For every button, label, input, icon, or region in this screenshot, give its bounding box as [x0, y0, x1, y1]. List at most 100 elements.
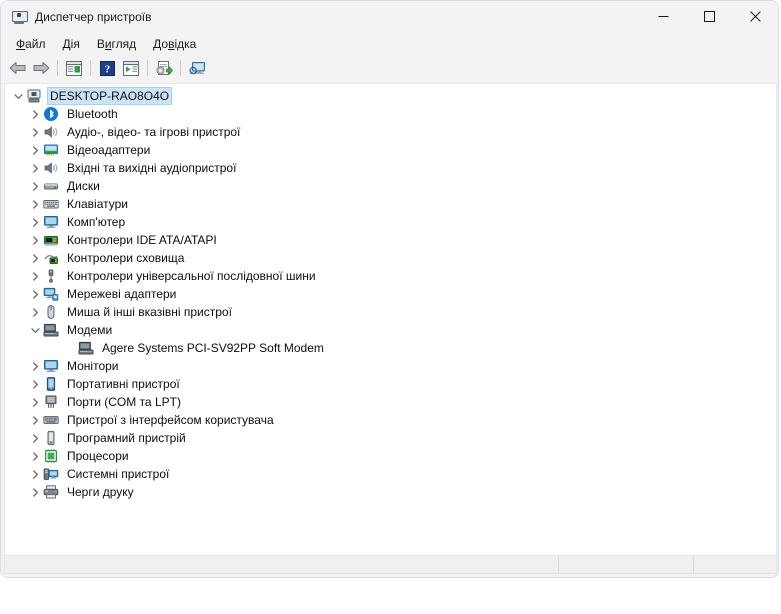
tree-node[interactable]: Програмний пристрій — [5, 429, 776, 447]
tree-node[interactable]: Agere Systems PCI-SV92PP Soft Modem — [5, 339, 776, 357]
svg-text:?: ? — [104, 63, 110, 75]
tree-node[interactable]: Аудіо-, відео- та ігрові пристрої — [5, 123, 776, 141]
expand-toggle[interactable] — [28, 123, 43, 141]
tree-node[interactable]: Пристрої з інтерфейсом користувача — [5, 411, 776, 429]
chevron-right-icon — [33, 415, 38, 425]
mouse-icon — [47, 305, 55, 319]
toolbar-separator-1 — [57, 60, 58, 76]
title-bar[interactable]: Диспетчер пристроїв — [1, 1, 778, 32]
speaker-icon — [43, 124, 59, 140]
expand-toggle[interactable] — [28, 231, 43, 249]
expand-toggle[interactable] — [28, 267, 43, 285]
hid-icon — [43, 416, 59, 424]
expand-toggle[interactable] — [28, 105, 43, 123]
tree-node[interactable]: Процесори — [5, 447, 776, 465]
expand-toggle[interactable] — [28, 465, 43, 483]
expand-toggle[interactable] — [28, 483, 43, 501]
tree-node-label: Комп'ютер — [67, 215, 126, 229]
tree-node[interactable]: Bluetooth — [5, 105, 776, 123]
scan-hardware-icon — [156, 60, 173, 75]
tree-node[interactable]: Миша й інші вказівні пристрої — [5, 303, 776, 321]
tree-node[interactable]: Контролери сховища — [5, 249, 776, 267]
bluetooth-icon — [44, 107, 58, 121]
tree-node[interactable]: Клавіатури — [5, 195, 776, 213]
tree-node-label: Монітори — [67, 359, 119, 373]
close-button[interactable] — [732, 1, 778, 32]
forward-button[interactable] — [29, 57, 53, 79]
device-manager-icon — [11, 9, 28, 25]
back-button[interactable] — [5, 57, 29, 79]
tree-node-label: Диски — [67, 179, 100, 193]
tree-node[interactable]: Монітори — [5, 357, 776, 375]
tree-node[interactable]: Відеоадаптери — [5, 141, 776, 159]
collapse-toggle[interactable] — [11, 87, 26, 105]
maximize-button[interactable] — [686, 1, 732, 32]
ide-controller-icon — [44, 236, 58, 246]
expand-toggle[interactable] — [28, 177, 43, 195]
tree-node-label: Вхідні та вихідні аудіопристрої — [67, 161, 237, 175]
help-button[interactable]: ? — [95, 57, 119, 79]
properties-icon — [66, 60, 82, 76]
chevron-right-icon — [33, 145, 38, 155]
menu-view[interactable]: Вигляд — [89, 34, 145, 54]
expand-toggle[interactable] — [28, 393, 43, 411]
modem-icon — [43, 323, 59, 337]
menu-help[interactable]: Довідка — [145, 34, 205, 54]
computer-root-icon — [27, 89, 41, 103]
keyboard-icon — [43, 196, 59, 212]
tree-node-label: Контролери універсальної послідовної шин… — [67, 269, 316, 283]
menu-file[interactable]: Файл — [8, 34, 55, 54]
tree-node[interactable]: Системні пристрої — [5, 465, 776, 483]
properties-button[interactable] — [62, 57, 86, 79]
tree-node[interactable]: Контролери універсальної послідовної шин… — [5, 267, 776, 285]
minimize-icon — [658, 16, 668, 17]
display-adapter-icon — [44, 144, 58, 156]
window-title: Диспетчер пристроїв — [35, 9, 152, 24]
toolbar-separator-4 — [180, 60, 181, 76]
expand-toggle[interactable] — [28, 249, 43, 267]
expand-toggle[interactable] — [28, 357, 43, 375]
expand-toggle[interactable] — [28, 213, 43, 231]
show-devices-button[interactable] — [185, 57, 209, 79]
minimize-button[interactable] — [640, 1, 686, 32]
collapse-toggle[interactable] — [28, 321, 43, 339]
expand-toggle[interactable] — [28, 411, 43, 429]
tree-node[interactable]: Модеми — [5, 321, 776, 339]
ports-icon — [43, 394, 59, 410]
expand-toggle[interactable] — [28, 195, 43, 213]
tree-node[interactable]: Комп'ютер — [5, 213, 776, 231]
expand-toggle[interactable] — [28, 159, 43, 177]
modem-device-icon — [78, 341, 94, 355]
tree-node-label: Аудіо-, відео- та ігрові пристрої — [67, 125, 241, 139]
status-pane-3 — [694, 556, 776, 573]
tree-node[interactable]: Черги друку — [5, 483, 776, 501]
menu-action[interactable]: Дія — [55, 34, 89, 54]
expand-toggle[interactable] — [28, 375, 43, 393]
expand-toggle[interactable] — [28, 447, 43, 465]
tree-node[interactable]: Вхідні та вихідні аудіопристрої — [5, 159, 776, 177]
tree-node[interactable]: Контролери IDE ATA/ATAPI — [5, 231, 776, 249]
ide-controller-icon — [43, 232, 59, 248]
expand-toggle[interactable] — [28, 303, 43, 321]
device-tree-panel[interactable]: DESKTOP-RAO8O4O Bluetooth Аудіо-, відео- т… — [4, 83, 777, 556]
tree-node[interactable]: Мережеві адаптери — [5, 285, 776, 303]
computer-icon — [43, 214, 59, 230]
usb-controller-icon — [43, 268, 59, 284]
scan-hardware-changes-button[interactable] — [152, 57, 176, 79]
chevron-right-icon — [33, 361, 38, 371]
chevron-right-icon — [33, 127, 38, 137]
chevron-right-icon — [33, 235, 38, 245]
tree-node[interactable]: Порти (COM та LPT) — [5, 393, 776, 411]
expand-toggle[interactable] — [28, 285, 43, 303]
keyboard-icon — [43, 200, 59, 209]
monitor-search-icon — [188, 61, 205, 74]
tree-root-node[interactable]: DESKTOP-RAO8O4O — [5, 87, 776, 105]
update-driver-button[interactable] — [119, 57, 143, 79]
hid-icon — [43, 412, 59, 428]
chevron-right-icon — [33, 289, 38, 299]
expand-toggle[interactable] — [28, 141, 43, 159]
toolbar-separator-3 — [147, 60, 148, 76]
tree-node[interactable]: Диски — [5, 177, 776, 195]
expand-toggle[interactable] — [28, 429, 43, 447]
tree-node[interactable]: Портативні пристрої — [5, 375, 776, 393]
